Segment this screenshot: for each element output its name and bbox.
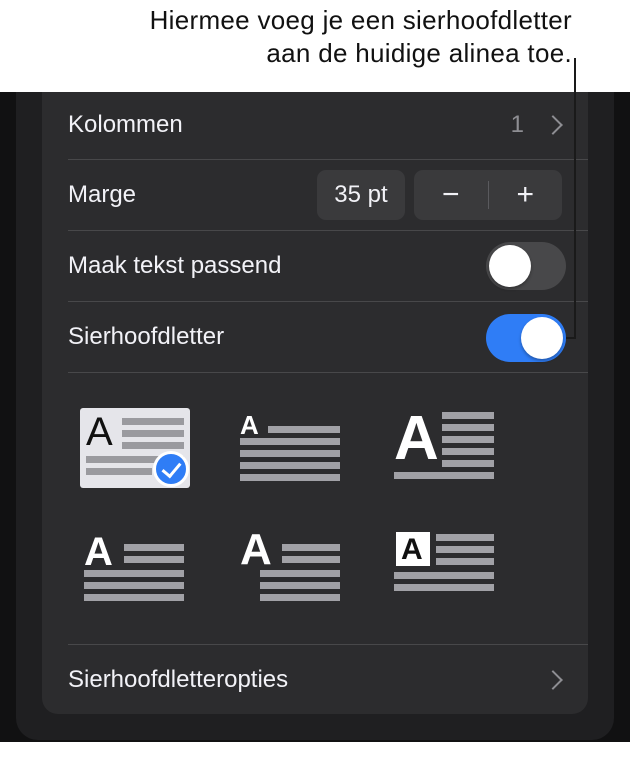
callout-leader-line bbox=[574, 58, 576, 338]
decrement-button[interactable]: − bbox=[414, 170, 488, 220]
text-line bbox=[268, 426, 340, 433]
text-line bbox=[442, 448, 494, 455]
text-line bbox=[442, 424, 494, 431]
text-line bbox=[240, 450, 340, 457]
margin-value-field[interactable]: 35 pt bbox=[317, 170, 405, 220]
drop-cap-letter: A bbox=[394, 404, 439, 473]
columns-label: Kolommen bbox=[68, 111, 183, 138]
text-line bbox=[260, 594, 340, 601]
drop-cap-style-4[interactable]: A bbox=[84, 526, 194, 606]
text-line bbox=[442, 412, 494, 419]
drop-cap-letter: A bbox=[401, 533, 423, 566]
drop-cap-style-2[interactable]: A bbox=[238, 408, 348, 488]
text-line bbox=[240, 474, 340, 481]
text-line bbox=[394, 584, 494, 591]
increment-button[interactable]: + bbox=[489, 170, 563, 220]
text-line bbox=[436, 534, 494, 541]
callout-line-2: aan de huidige alinea toe. bbox=[266, 38, 572, 68]
columns-row[interactable]: Kolommen 1 bbox=[68, 90, 588, 160]
drop-cap-style-6[interactable]: A bbox=[394, 526, 504, 606]
text-line bbox=[240, 462, 340, 469]
drop-cap-letter: A bbox=[240, 410, 259, 440]
text-line bbox=[84, 582, 184, 589]
drop-cap-toggle[interactable] bbox=[486, 314, 566, 362]
text-line bbox=[260, 582, 340, 589]
toggle-knob bbox=[521, 317, 563, 359]
text-line bbox=[124, 544, 184, 551]
drop-cap-letter: A bbox=[84, 530, 113, 574]
text-line bbox=[122, 430, 184, 437]
separator bbox=[68, 372, 588, 373]
text-line bbox=[240, 438, 340, 445]
text-line bbox=[436, 558, 494, 565]
text-line bbox=[442, 436, 494, 443]
toggle-knob bbox=[489, 245, 531, 287]
fit-text-toggle[interactable] bbox=[486, 242, 566, 290]
drop-cap-style-5[interactable]: A bbox=[240, 526, 350, 606]
text-line bbox=[394, 472, 494, 479]
callout-leader-tick bbox=[566, 337, 576, 339]
chevron-right-icon bbox=[543, 670, 563, 690]
text-line bbox=[394, 572, 494, 579]
text-line bbox=[84, 594, 184, 601]
drop-cap-options-row[interactable]: Sierhoofdletteropties bbox=[68, 645, 588, 715]
text-line bbox=[436, 546, 494, 553]
chevron-right-icon bbox=[543, 115, 563, 135]
checkmark-icon bbox=[153, 451, 189, 487]
text-line bbox=[122, 442, 184, 449]
callout-text: Hiermee voeg je een sierhoofdletter aan … bbox=[12, 4, 572, 70]
margin-stepper: − + bbox=[414, 170, 562, 220]
drop-cap-letter: A bbox=[86, 410, 113, 454]
columns-value: 1 bbox=[510, 111, 524, 138]
drop-cap-options-label: Sierhoofdletteropties bbox=[68, 666, 289, 693]
drop-cap-letter: A bbox=[240, 525, 272, 574]
text-line bbox=[86, 468, 152, 475]
drop-cap-style-3[interactable]: A bbox=[394, 408, 504, 488]
text-line bbox=[282, 556, 340, 563]
text-line bbox=[282, 544, 340, 551]
text-line bbox=[260, 570, 340, 577]
text-line bbox=[442, 460, 494, 467]
text-line bbox=[124, 556, 184, 563]
text-line bbox=[84, 570, 184, 577]
text-line bbox=[122, 418, 184, 425]
callout-line-1: Hiermee voeg je een sierhoofdletter bbox=[149, 5, 572, 35]
